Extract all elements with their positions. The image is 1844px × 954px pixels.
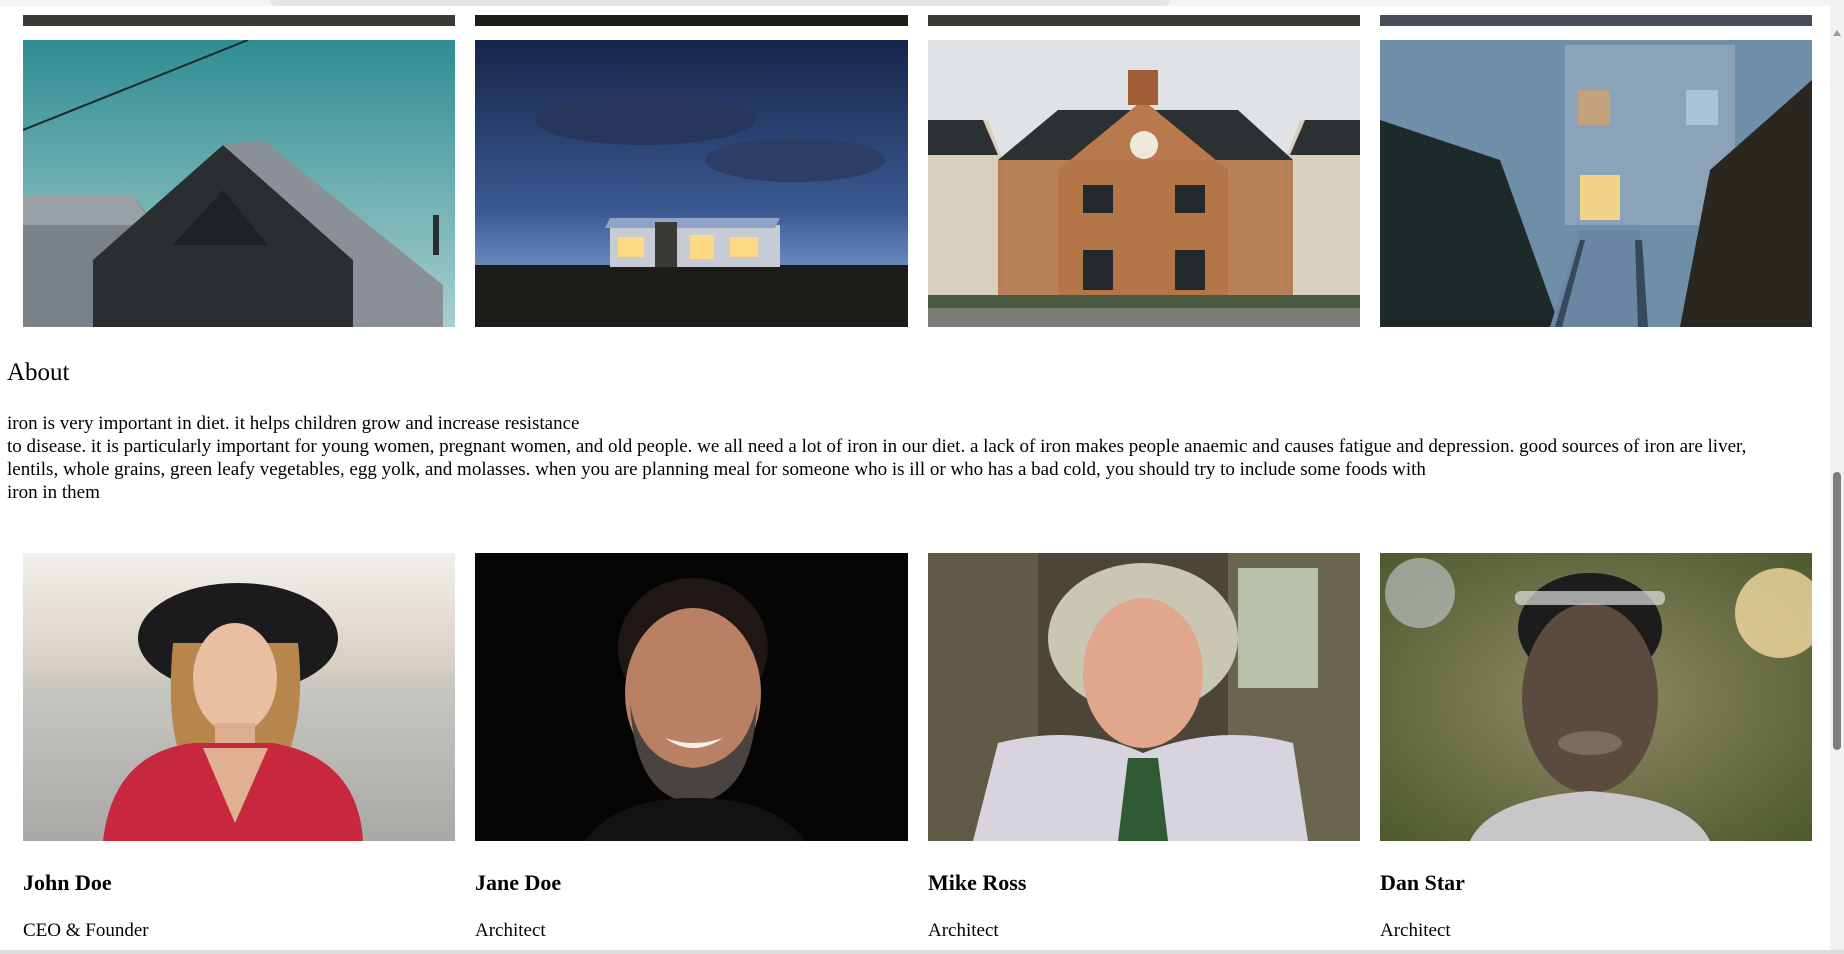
- window-bottom-edge: [0, 950, 1844, 954]
- team-photo-jane-doe[interactable]: [475, 553, 908, 841]
- scroll-thumb[interactable]: [1833, 472, 1841, 750]
- team-member-title: CEO & Founder: [23, 920, 149, 941]
- about-heading: About: [7, 359, 70, 386]
- team-member-name: Dan Star: [1380, 870, 1465, 895]
- gallery-photo-partial: [928, 15, 1360, 26]
- scroll-up-arrow-icon[interactable]: [1833, 30, 1841, 36]
- browser-toolbar-edge: [0, 0, 1844, 6]
- team-member-title: Architect: [1380, 920, 1451, 941]
- about-line: lentils, whole grains, green leafy veget…: [7, 459, 1426, 480]
- about-line: iron is very important in diet. it helps…: [7, 413, 580, 434]
- gallery-photo-partial: [1380, 15, 1812, 26]
- gallery-photo-4[interactable]: [1380, 40, 1812, 327]
- gallery-photo-2[interactable]: [475, 40, 908, 327]
- team-member-title: Architect: [928, 920, 999, 941]
- team-member-name: John Doe: [23, 870, 112, 895]
- team-member-title: Architect: [475, 920, 546, 941]
- about-line: to disease. it is particularly important…: [7, 436, 1747, 457]
- gallery-photo-3[interactable]: [928, 40, 1360, 327]
- team-member-name: Mike Ross: [928, 870, 1027, 895]
- about-line: iron in them: [7, 482, 100, 503]
- team-member-name: Jane Doe: [475, 870, 562, 895]
- gallery-photo-partial: [475, 15, 908, 26]
- gallery-photo-partial: [23, 15, 455, 26]
- team-photo-dan-star[interactable]: [1380, 553, 1812, 841]
- page-scrollbar[interactable]: [1830, 0, 1844, 954]
- address-bar-edge: [270, 0, 1170, 6]
- team-photo-mike-ross[interactable]: [928, 553, 1360, 841]
- team-photo-john-doe[interactable]: [23, 553, 455, 841]
- about-paragraph: iron is very important in diet. it helps…: [7, 412, 1807, 504]
- gallery-photo-1[interactable]: [23, 40, 455, 327]
